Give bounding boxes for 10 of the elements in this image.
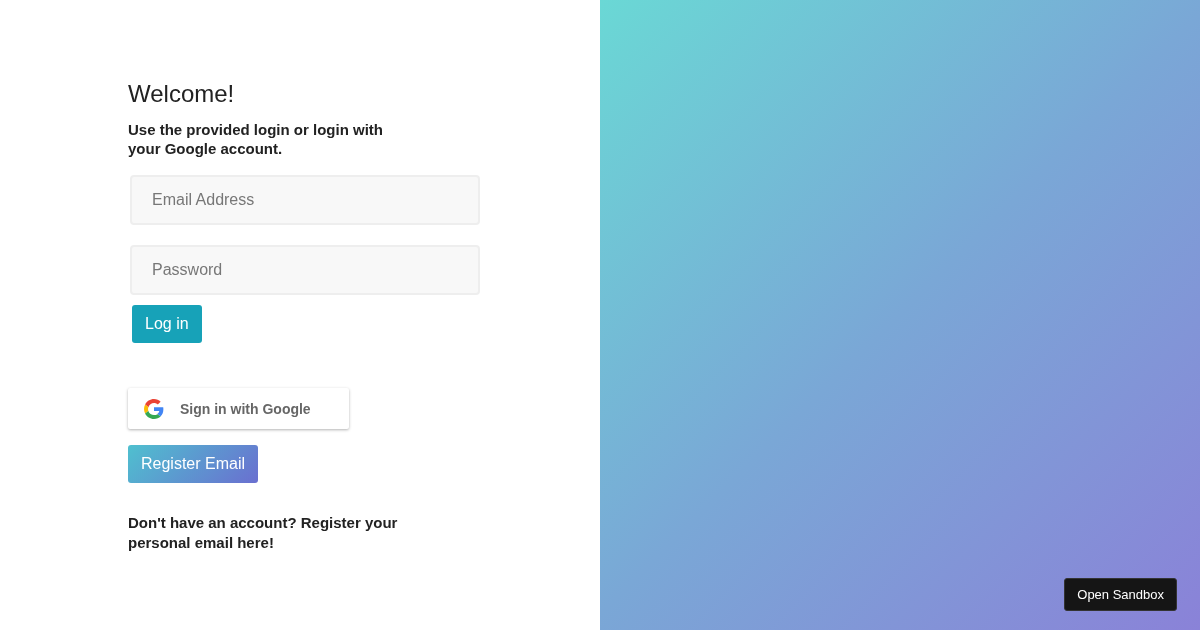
google-sign-in-button[interactable]: Sign in with Google [128,388,349,429]
password-field[interactable]: Password [130,245,480,295]
instruction-text: Use the provided login or login with your Google account. [128,120,384,158]
email-field[interactable]: Email Address [130,175,480,225]
welcome-heading: Welcome! [128,79,236,109]
login-button[interactable]: Log in [132,305,202,343]
open-sandbox-button[interactable]: Open Sandbox [1064,578,1177,611]
register-email-button[interactable]: Register Email [128,445,259,483]
google-icon [144,398,164,419]
register-note: Don't have an account? Register your personal email here! [128,513,399,553]
